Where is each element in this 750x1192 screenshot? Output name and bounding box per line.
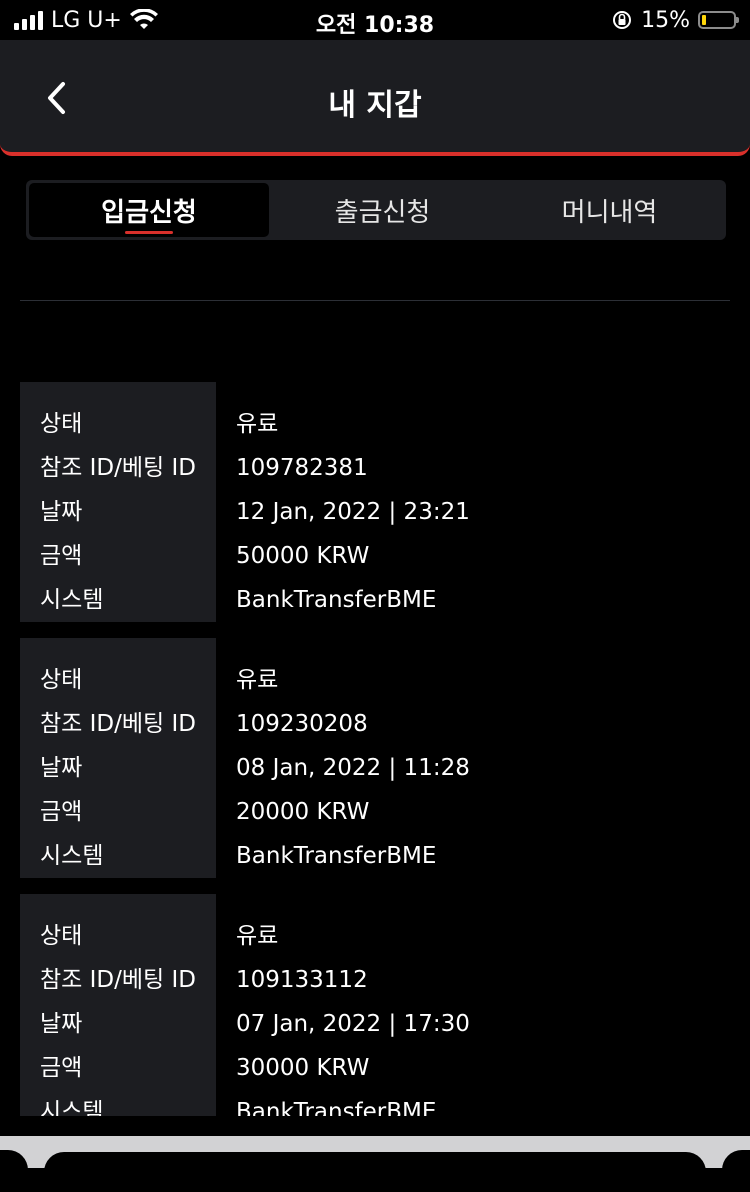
amount-row: 금액 30000 KRW <box>20 1046 750 1090</box>
address-bar[interactable] <box>44 1152 706 1192</box>
tab-label: 머니내역 <box>561 197 658 228</box>
ref-label: 참조 ID/베팅 ID <box>40 967 196 993</box>
date-label: 날짜 <box>40 499 83 525</box>
system-row: 시스템 BankTransferBME <box>20 834 750 878</box>
ref-label: 참조 ID/베팅 ID <box>40 711 196 737</box>
transaction-card: 상태 유료 참조 ID/베팅 ID 109230208 날짜 08 Jan, 2… <box>20 638 750 878</box>
status-value: 유료 <box>236 667 279 693</box>
battery-percent: 15% <box>641 7 690 33</box>
status-bar: LG U+ 오전 10:38 15% <box>0 0 750 40</box>
tab-withdrawal-request[interactable]: 출금신청 <box>269 183 496 237</box>
ref-value: 109782381 <box>236 455 368 481</box>
ref-row: 참조 ID/베팅 ID 109133112 <box>20 958 750 1002</box>
tab-deposit-request[interactable]: 입금신청 <box>29 183 269 237</box>
tab-label: 입금신청 <box>101 197 197 228</box>
ref-row: 참조 ID/베팅 ID 109230208 <box>20 702 750 746</box>
system-label: 시스템 <box>40 587 104 613</box>
date-row: 날짜 12 Jan, 2022 | 23:21 <box>20 490 750 534</box>
tab-label: 출금신청 <box>334 197 431 228</box>
system-value: BankTransferBME <box>236 843 437 869</box>
amount-label: 금액 <box>40 1055 83 1081</box>
transaction-list[interactable]: 상태 유료 참조 ID/베팅 ID 109782381 날짜 12 Jan, 2… <box>20 382 750 1116</box>
ref-row: 참조 ID/베팅 ID 109782381 <box>20 446 750 490</box>
status-value: 유료 <box>236 411 279 437</box>
orientation-lock-icon <box>613 11 632 29</box>
date-value: 07 Jan, 2022 | 17:30 <box>236 1011 470 1037</box>
amount-row: 금액 20000 KRW <box>20 790 750 834</box>
amount-label: 금액 <box>40 799 83 825</box>
status-label: 상태 <box>40 923 83 949</box>
system-label: 시스템 <box>40 843 104 869</box>
amount-value: 50000 KRW <box>236 543 370 569</box>
date-label: 날짜 <box>40 1011 83 1037</box>
bottom-tab-right[interactable] <box>722 1150 750 1190</box>
status-value: 유료 <box>236 923 279 949</box>
amount-row: 금액 50000 KRW <box>20 534 750 578</box>
divider <box>20 300 730 301</box>
ref-value: 109133112 <box>236 967 368 993</box>
app-header: 내 지갑 <box>0 40 750 156</box>
status-label: 상태 <box>40 667 83 693</box>
wallet-tabs: 입금신청 출금신청 머니내역 <box>26 180 726 240</box>
battery-icon <box>698 11 739 29</box>
page-title: 내 지갑 <box>328 88 422 123</box>
system-row: 시스템 BankTransferBME <box>20 578 750 622</box>
date-row: 날짜 08 Jan, 2022 | 11:28 <box>20 746 750 790</box>
date-row: 날짜 07 Jan, 2022 | 17:30 <box>20 1002 750 1046</box>
system-value: BankTransferBME <box>236 587 437 613</box>
status-right: 15% <box>611 6 739 34</box>
date-label: 날짜 <box>40 755 83 781</box>
tab-money-history[interactable]: 머니내역 <box>496 183 723 237</box>
transaction-card: 상태 유료 참조 ID/베팅 ID 109782381 날짜 12 Jan, 2… <box>20 382 750 622</box>
status-row: 상태 유료 <box>20 914 750 958</box>
date-value: 08 Jan, 2022 | 11:28 <box>236 755 470 781</box>
date-value: 12 Jan, 2022 | 23:21 <box>236 499 470 525</box>
system-row: 시스템 BankTransferBME <box>20 1090 750 1116</box>
ref-label: 참조 ID/베팅 ID <box>40 455 196 481</box>
amount-label: 금액 <box>40 543 83 569</box>
status-label: 상태 <box>40 411 83 437</box>
transaction-card: 상태 유료 참조 ID/베팅 ID 109133112 날짜 07 Jan, 2… <box>20 894 750 1116</box>
system-label: 시스템 <box>40 1099 104 1116</box>
amount-value: 30000 KRW <box>236 1055 370 1081</box>
ref-value: 109230208 <box>236 711 368 737</box>
status-row: 상태 유료 <box>20 402 750 446</box>
active-tab-indicator <box>125 231 173 234</box>
system-value: BankTransferBME <box>236 1099 437 1116</box>
amount-value: 20000 KRW <box>236 799 370 825</box>
status-row: 상태 유료 <box>20 658 750 702</box>
